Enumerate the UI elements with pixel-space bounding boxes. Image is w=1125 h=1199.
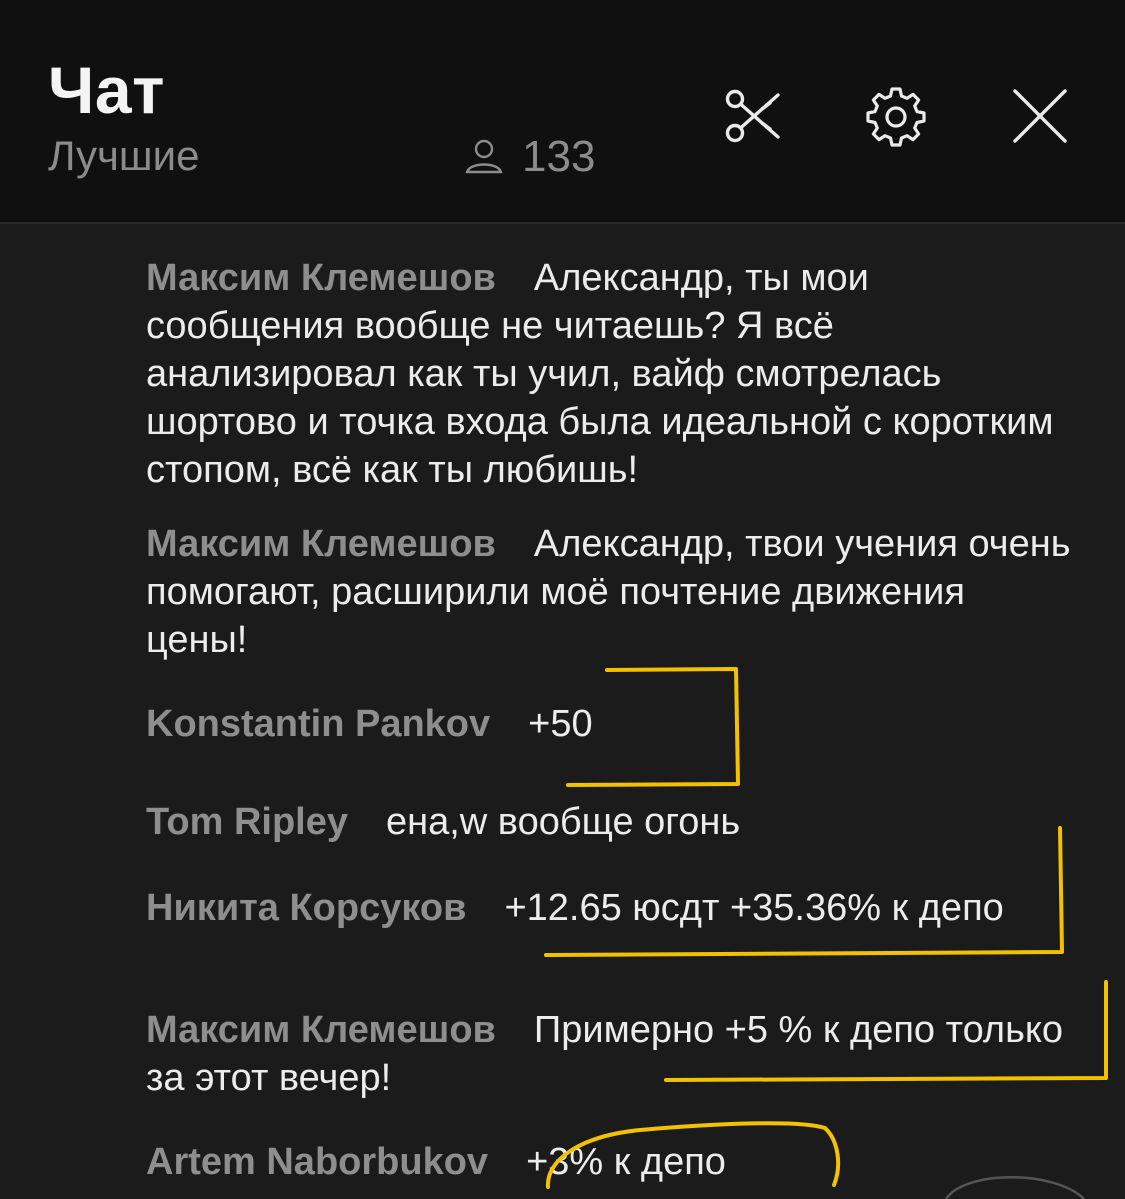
- message-author[interactable]: Максим Клемешов: [146, 523, 496, 565]
- chat-message: Konstantin Pankov +50: [146, 700, 1076, 748]
- close-button[interactable]: [1004, 80, 1076, 152]
- scissors-button[interactable]: [716, 80, 788, 152]
- message-list[interactable]: Максим Клемешов Александр, ты мои сообщен…: [0, 224, 1125, 1199]
- message-author[interactable]: Максим Клемешов: [146, 257, 496, 299]
- chat-header: Чат Лучшие 133: [0, 0, 1125, 224]
- chat-message: Artem Naborbukov +3% к депо: [146, 1138, 1076, 1186]
- chat-message: Tom Ripley ена,w вообще огонь: [146, 798, 1076, 846]
- chat-filter-label[interactable]: Лучшие: [48, 132, 199, 180]
- message-author[interactable]: Tom Ripley: [146, 801, 348, 843]
- close-icon: [1013, 89, 1067, 143]
- message-text: +12.65 юсдт +35.36% к депо: [504, 887, 1004, 929]
- scissors-icon: [725, 89, 780, 143]
- user-icon: [465, 139, 503, 174]
- scroll-button-edge[interactable]: [940, 1160, 1090, 1199]
- message-author[interactable]: Никита Корсуков: [146, 887, 466, 929]
- message-author[interactable]: Konstantin Pankov: [146, 703, 490, 745]
- message-text: +3% к депо: [526, 1141, 726, 1183]
- message-text: +50: [528, 703, 593, 745]
- settings-button[interactable]: [860, 80, 932, 152]
- message-text: ена,w вообще огонь: [386, 801, 741, 843]
- chat-screen: Чат Лучшие 133 Максим Клемешов Александр…: [0, 0, 1125, 1199]
- online-count: 133: [522, 132, 596, 181]
- message-author[interactable]: Artem Naborbukov: [146, 1141, 488, 1183]
- chat-message: Максим Клемешов Александр, твои учения оч…: [146, 520, 1076, 664]
- chat-message: Максим Клемешов Примерно +5 % к депо толь…: [146, 1006, 1076, 1102]
- page-title: Чат: [48, 53, 165, 127]
- gear-icon: [866, 87, 926, 147]
- message-author[interactable]: Максим Клемешов: [146, 1009, 496, 1051]
- chat-message: Никита Корсуков +12.65 юсдт +35.36% к деп…: [146, 884, 1076, 932]
- chat-message: Максим Клемешов Александр, ты мои сообщен…: [146, 254, 1076, 494]
- online-users: 133: [462, 132, 595, 182]
